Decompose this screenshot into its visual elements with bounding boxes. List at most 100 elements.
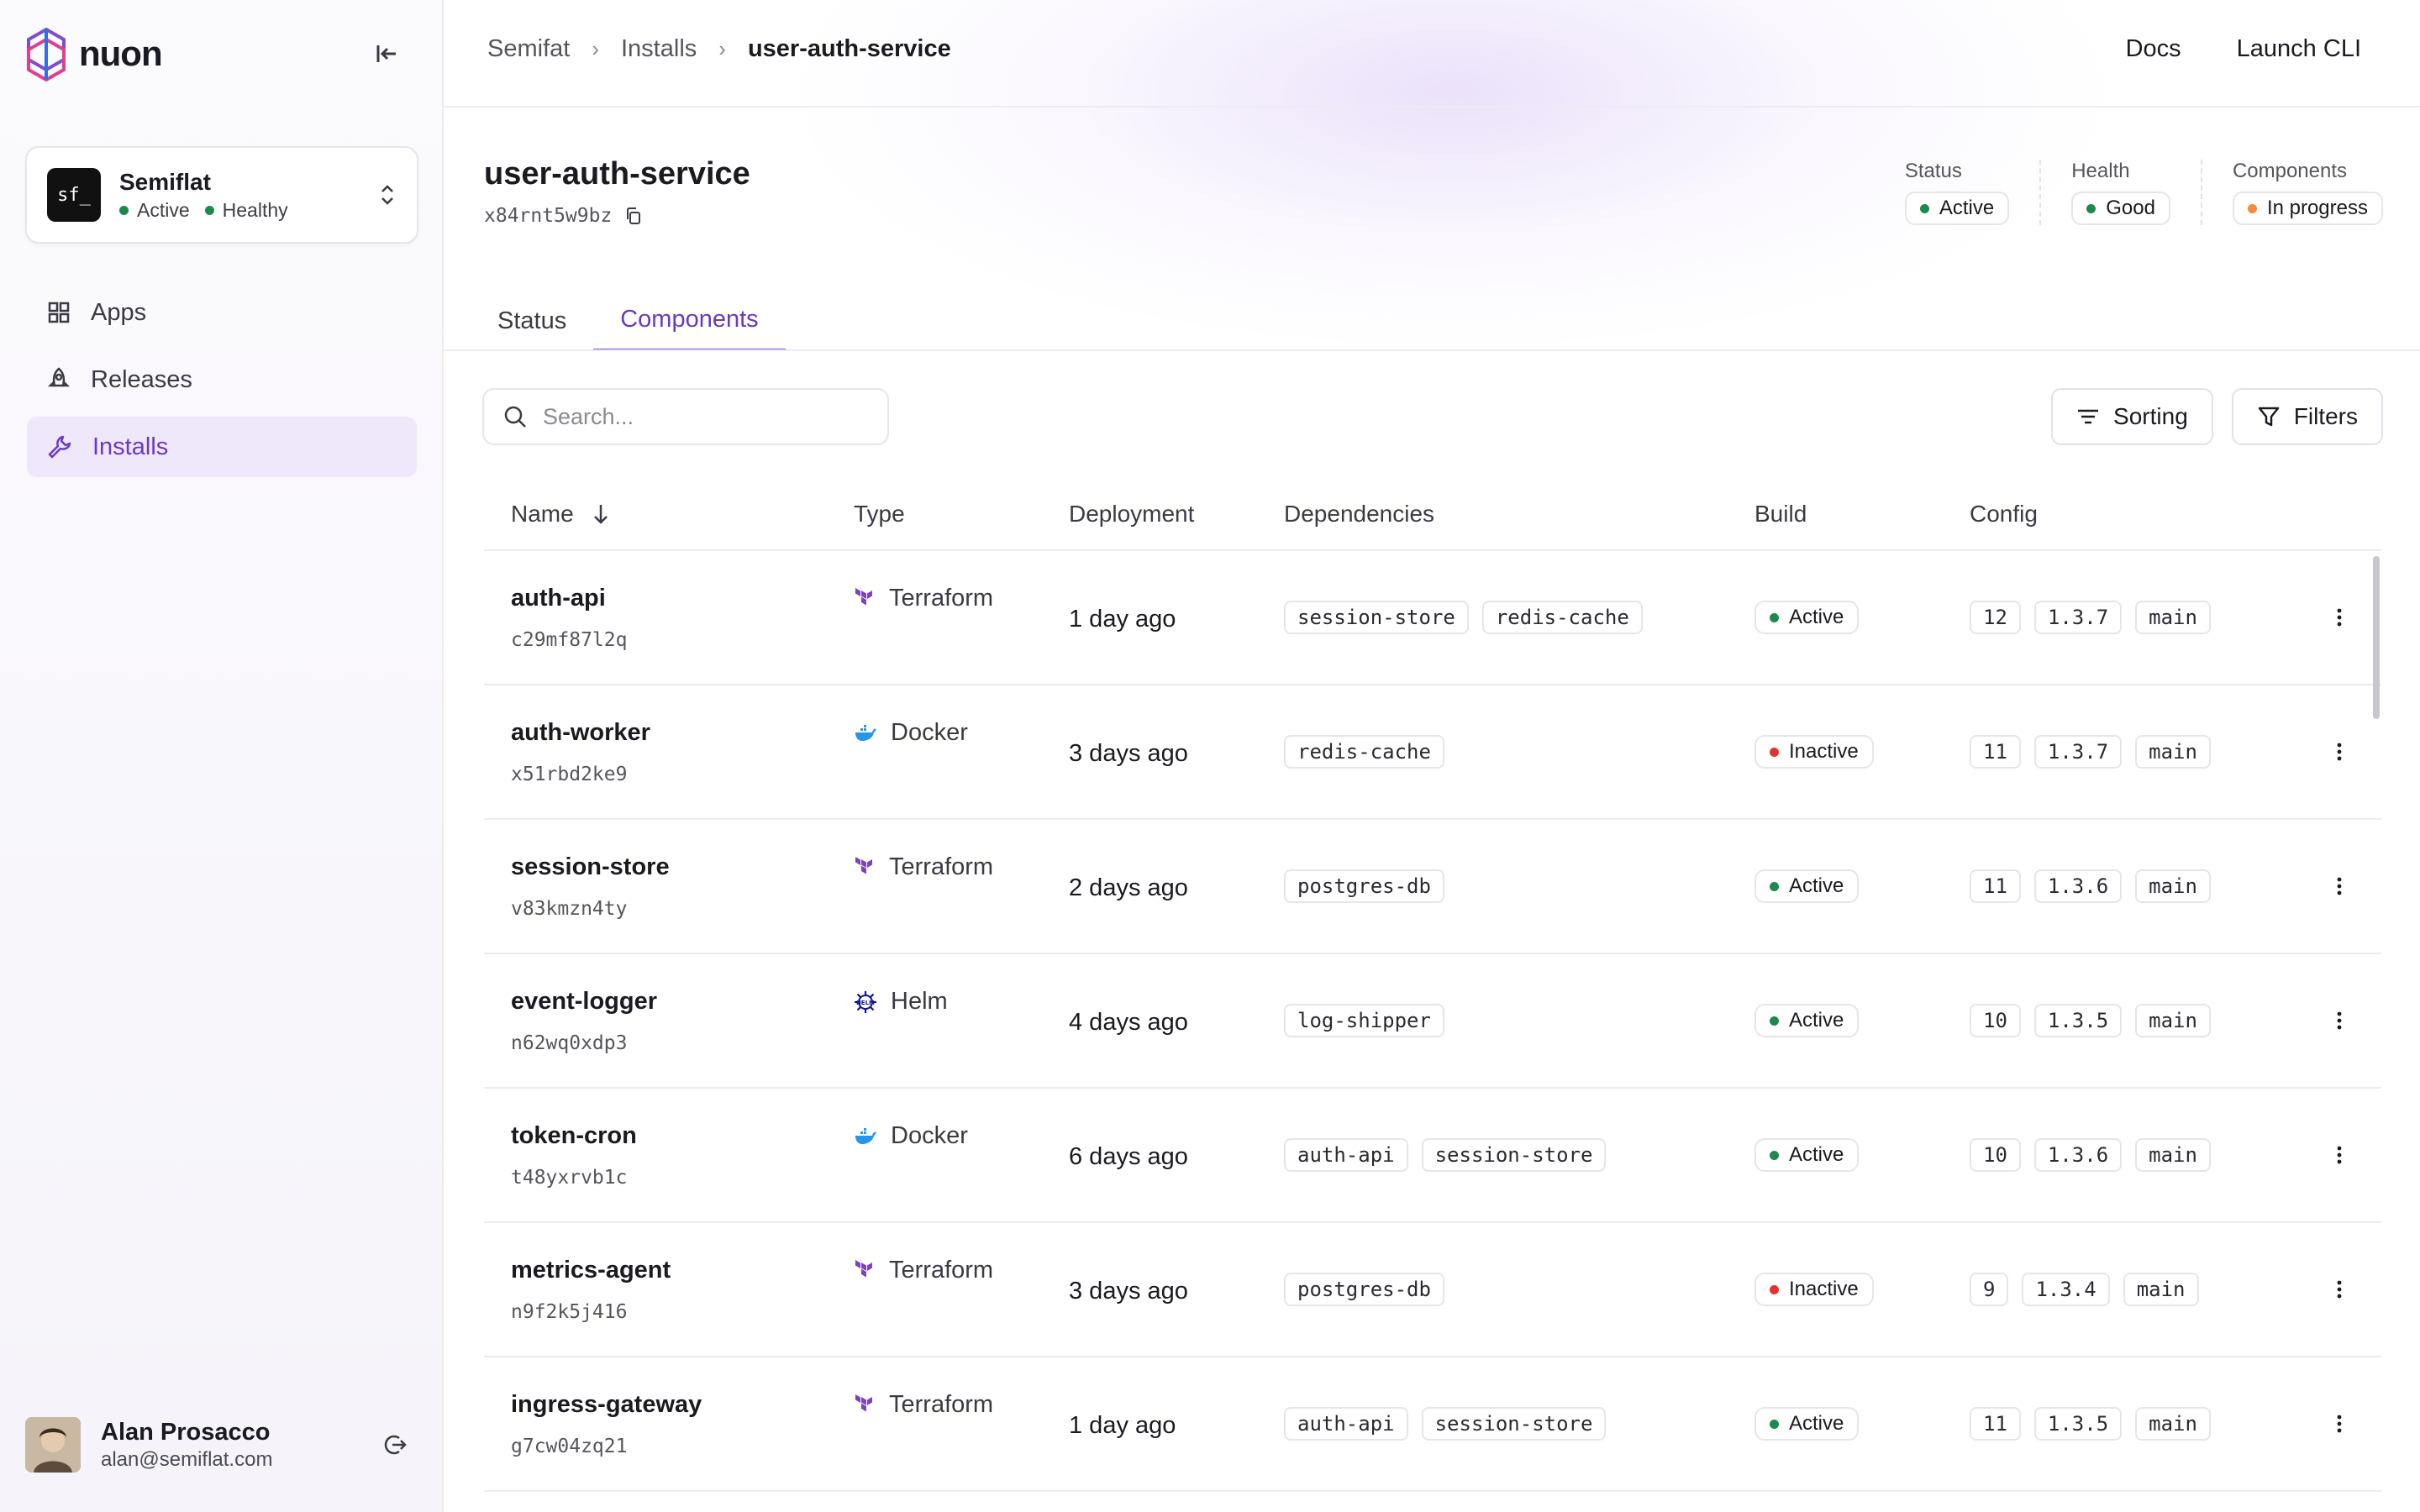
config-chip: 1.3.6	[2033, 869, 2123, 903]
dependency-chip[interactable]: session-store	[1421, 1138, 1607, 1172]
table-scrollbar[interactable]	[2373, 556, 2380, 719]
docs-link[interactable]: Docs	[2126, 35, 2181, 63]
row-menu-button[interactable]	[2297, 739, 2381, 764]
row-menu-button[interactable]	[2297, 1142, 2381, 1168]
build-cell: Inactive	[1754, 1273, 1970, 1306]
sidebar-item-label: Installs	[92, 433, 169, 460]
docker-icon	[854, 724, 877, 743]
copy-button[interactable]	[623, 206, 644, 226]
row-menu-button[interactable]	[2297, 1277, 2381, 1302]
components-dot	[2247, 203, 2257, 213]
dependency-chip[interactable]: auth-api	[1284, 1407, 1408, 1441]
deployment-time: 4 days ago	[1069, 1008, 1188, 1036]
config-cell: 11 1.3.7 main	[1970, 735, 2297, 769]
logout-button[interactable]	[378, 1428, 412, 1462]
config-chip: 1.3.5	[2033, 1004, 2123, 1037]
component-type-cell: Terraform	[854, 1223, 1069, 1284]
dependency-chip[interactable]: postgres-db	[1284, 1273, 1444, 1306]
component-name[interactable]: session-store	[511, 853, 854, 881]
row-menu-button[interactable]	[2297, 874, 2381, 899]
config-chip: 11	[1970, 1407, 2021, 1441]
build-status: Inactive	[1789, 1278, 1859, 1300]
component-type-cell: Terraform	[854, 551, 1069, 612]
deployment-cell: 6 days ago	[1069, 1140, 1284, 1171]
row-menu-button[interactable]	[2297, 1411, 2381, 1436]
config-chip: main	[2123, 1273, 2199, 1306]
build-status-dot	[1770, 1419, 1779, 1429]
breadcrumb-org[interactable]: Semifat	[487, 35, 570, 63]
component-name[interactable]: ingress-gateway	[511, 1391, 854, 1419]
component-type-cell: Docker	[854, 1089, 1069, 1150]
sidebar-item-apps[interactable]: Apps	[27, 282, 417, 343]
brand-logo[interactable]: nuon	[25, 25, 163, 82]
meta-health-label: Health	[2071, 160, 2130, 182]
table-row[interactable]: token-cron t48yxrvb1c Docker 6 days ago …	[484, 1089, 2381, 1223]
health-badge: Good	[2071, 192, 2170, 225]
table-row[interactable]: metrics-agent n9f2k5j416 Terraform 3 day…	[484, 1223, 2381, 1357]
dependency-chip[interactable]: postgres-db	[1284, 869, 1444, 903]
component-name[interactable]: metrics-agent	[511, 1257, 854, 1284]
filters-button[interactable]: Filters	[2231, 388, 2383, 445]
collapse-sidebar-button[interactable]	[370, 37, 403, 71]
deployment-time: 1 day ago	[1069, 1411, 1176, 1439]
table-row[interactable]: auth-worker x51rbd2ke9 Docker 3 days ago…	[484, 685, 2381, 820]
table-row[interactable]: event-logger n62wq0xdp3 HELM Helm 4 days…	[484, 954, 2381, 1089]
component-name-cell: auth-worker x51rbd2ke9	[484, 719, 854, 785]
more-vertical-icon	[2337, 743, 2342, 761]
col-config-header: Config	[1970, 501, 2038, 527]
dependency-chip[interactable]: session-store	[1421, 1407, 1607, 1441]
table-row[interactable]: session-store v83kmzn4ty Terraform 2 day…	[484, 820, 2381, 954]
deployment-cell: 3 days ago	[1069, 1274, 1284, 1305]
search-input[interactable]	[543, 403, 862, 430]
dependencies-cell: session-store redis-cache	[1284, 601, 1754, 634]
deployment-cell: 1 day ago	[1069, 602, 1284, 633]
docker-icon	[854, 1127, 877, 1146]
tab-components[interactable]: Components	[593, 291, 786, 351]
main-content: Semifat › Installs › user-auth-service D…	[444, 0, 2420, 1512]
breadcrumb-installs[interactable]: Installs	[621, 35, 697, 63]
component-type-cell: Terraform	[854, 820, 1069, 881]
deployment-time: 3 days ago	[1069, 739, 1188, 767]
component-type: Docker	[891, 1122, 968, 1149]
build-status-badge: Active	[1754, 869, 1860, 903]
col-type-header: Type	[854, 501, 905, 527]
component-name[interactable]: token-cron	[511, 1122, 854, 1150]
search-icon	[504, 406, 526, 428]
component-name[interactable]: event-logger	[511, 988, 854, 1016]
sorting-button[interactable]: Sorting	[2051, 388, 2213, 445]
table-row[interactable]: auth-api c29mf87l2q Terraform 1 day ago …	[484, 551, 2381, 685]
component-type-cell: Terraform	[854, 1357, 1069, 1419]
col-name-label: Name	[511, 501, 574, 527]
install-meta: Status Active Health Good Components In …	[1904, 160, 2383, 225]
component-type: Terraform	[889, 1391, 994, 1418]
config-chip: 10	[1970, 1004, 2021, 1037]
table-row[interactable]: ingress-gateway g7cw04zq21 Terraform 1 d…	[484, 1357, 2381, 1492]
row-menu-button[interactable]	[2297, 605, 2381, 630]
chevron-right-icon: ›	[718, 36, 726, 61]
org-switcher[interactable]: sf_ Semiflat Active Healthy	[25, 146, 418, 244]
brand-name: nuon	[79, 34, 163, 73]
component-id: c29mf87l2q	[511, 628, 628, 651]
avatar	[25, 1417, 81, 1473]
col-name-header[interactable]: Name	[484, 501, 854, 528]
sidebar-item-installs[interactable]: Installs	[27, 417, 417, 477]
wrench-icon	[48, 435, 71, 459]
org-status-dot	[119, 205, 129, 215]
sidebar-item-releases[interactable]: Releases	[27, 349, 417, 410]
dependency-chip[interactable]: auth-api	[1284, 1138, 1408, 1172]
launch-cli-link[interactable]: Launch CLI	[2237, 35, 2361, 63]
filter-icon	[2258, 407, 2280, 427]
build-status-dot	[1770, 1150, 1779, 1160]
dependency-chip[interactable]: redis-cache	[1481, 601, 1643, 634]
row-menu-button[interactable]	[2297, 1008, 2381, 1033]
more-vertical-icon	[2337, 877, 2342, 895]
component-name[interactable]: auth-worker	[511, 719, 854, 747]
build-cell: Active	[1754, 1138, 1970, 1172]
config-chip: 1.3.7	[2033, 735, 2123, 769]
build-status-badge: Active	[1754, 1138, 1860, 1172]
dependency-chip[interactable]: session-store	[1284, 601, 1469, 634]
component-name[interactable]: auth-api	[511, 585, 854, 612]
tab-status[interactable]: Status	[471, 291, 593, 351]
dependency-chip[interactable]: log-shipper	[1284, 1004, 1444, 1037]
dependency-chip[interactable]: redis-cache	[1284, 735, 1444, 769]
